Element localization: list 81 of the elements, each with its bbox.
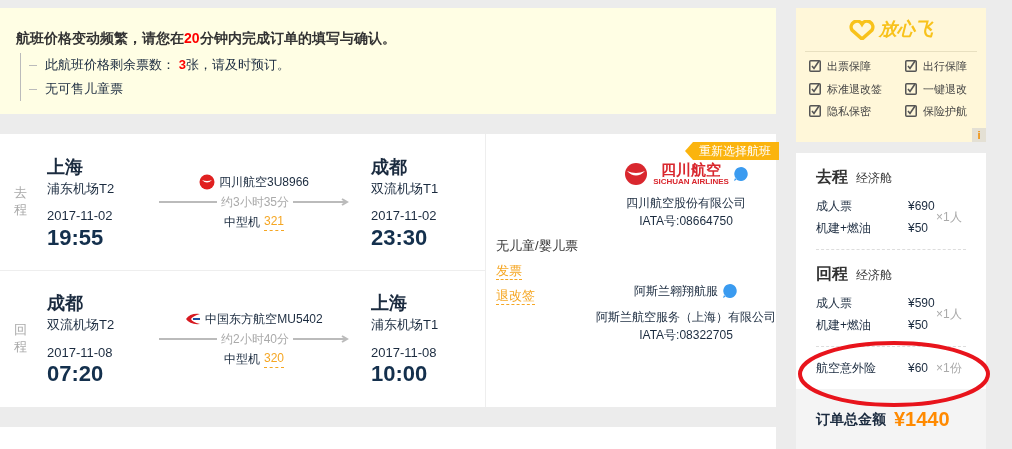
reselect-flight-button[interactable]: 重新选择航班 <box>685 142 779 160</box>
info-icon[interactable]: i <box>972 128 986 142</box>
cabin-class: 经济舱 <box>856 267 892 284</box>
policy-link[interactable]: 发票 <box>496 263 522 281</box>
fee-label: 成人票 <box>816 198 853 215</box>
bird-logo-icon <box>198 174 215 190</box>
city: 上海 <box>371 292 408 315</box>
segment-label: 去程 <box>14 185 27 219</box>
assurance-item: 出票保障 <box>827 59 871 74</box>
date: 2017-11-08 <box>47 343 114 362</box>
fee-label: 成人票 <box>816 295 853 312</box>
assurance-item: 一键退改 <box>923 81 967 97</box>
plane-model[interactable]: 321 <box>264 213 284 231</box>
fee-price: ¥690 <box>908 198 935 215</box>
arrow-icon <box>293 198 349 206</box>
checkbox-icon <box>905 60 917 73</box>
assurance-item: 隐私保密 <box>827 104 871 119</box>
airport: 浦东机场T1 <box>371 316 440 334</box>
checkbox-icon <box>809 105 821 118</box>
insurance-label: 航空意外险 <box>816 360 877 377</box>
duration: 约3小时35分 <box>220 194 289 211</box>
fee-quantity: ×1人 <box>936 209 962 226</box>
date: 2017-11-02 <box>371 207 438 225</box>
fee-price: ¥590 <box>908 295 935 312</box>
time: 19:55 <box>47 225 105 250</box>
segment-label: 回程 <box>14 321 27 356</box>
airport: 双流机场T2 <box>47 316 116 334</box>
insurance-quantity: ×1份 <box>936 360 962 377</box>
time: 07:20 <box>47 362 105 386</box>
fee-label: 机建+燃油 <box>816 317 872 334</box>
notice-line: 无可售儿童票 <box>45 80 123 98</box>
assurance-item: 出行保障 <box>923 59 967 74</box>
assurance-logo: 放心飞 <box>879 18 933 41</box>
plane-size: 中型机 <box>224 214 260 231</box>
fee-price: ¥50 <box>908 220 929 237</box>
arrow-icon <box>293 334 349 343</box>
checkbox-icon <box>905 105 917 118</box>
total-amount: ¥1440 <box>894 407 950 432</box>
chat-icon[interactable] <box>732 166 749 182</box>
assurance-item: 保险护航 <box>923 104 967 119</box>
chat-icon[interactable] <box>722 283 738 299</box>
notice-line: 此航班价格剩余票数： 3张，请及时预订。 <box>45 56 290 74</box>
insurance-price: ¥60 <box>908 360 930 377</box>
agent-name: 阿斯兰翱翔航服 <box>634 283 718 300</box>
checkbox-icon <box>905 82 917 95</box>
checkbox-icon <box>809 82 821 95</box>
plane-model[interactable]: 320 <box>264 349 284 368</box>
city: 成都 <box>371 155 408 179</box>
assurance-item: 标准退改签 <box>827 81 882 97</box>
company-name: 阿斯兰航空服务（上海）有限公司 <box>596 309 776 326</box>
child-ticket-note: 无儿童/婴儿票 <box>496 236 579 255</box>
airport: 浦东机场T2 <box>47 179 116 198</box>
fee-quantity: ×1人 <box>936 306 962 323</box>
fee-label: 机建+燃油 <box>816 220 872 237</box>
price-segment-title: 去程 <box>816 167 848 187</box>
city: 成都 <box>47 292 84 315</box>
fee-price: ¥50 <box>908 317 929 334</box>
checkbox-icon <box>809 60 821 73</box>
price-segment-title: 回程 <box>816 264 848 284</box>
airline-logo-text: 四川航空 <box>661 162 721 178</box>
duration: 约2小时40分 <box>220 330 289 348</box>
plane-size: 中型机 <box>224 350 260 368</box>
notice-headline: 航班价格变动频繁，请您在20分钟内完成订单的填写与确认。 <box>16 29 397 48</box>
airline-flight: 四川航空3U8966 <box>218 174 309 191</box>
time: 23:30 <box>371 225 429 250</box>
date: 2017-11-08 <box>371 343 438 362</box>
iata-number: IATA号:08322705 <box>639 327 733 344</box>
airline-logo-subtext: SICHUAN AIRLINES <box>653 177 729 186</box>
city: 上海 <box>47 155 84 179</box>
airline-flight: 中国东方航空MU5402 <box>205 310 323 328</box>
heart-icon <box>849 19 875 40</box>
airport: 双流机场T1 <box>371 179 440 198</box>
date: 2017-11-02 <box>47 207 114 225</box>
company-name: 四川航空股份有限公司 <box>626 195 746 212</box>
bird-logo-icon <box>623 162 650 186</box>
iata-number: IATA号:08664750 <box>639 213 733 230</box>
policy-link[interactable]: 退改签 <box>496 288 535 306</box>
swallow-logo-icon <box>185 312 202 325</box>
time: 10:00 <box>371 362 429 386</box>
cabin-class: 经济舱 <box>856 170 892 187</box>
total-label: 订单总金额 <box>816 409 886 429</box>
